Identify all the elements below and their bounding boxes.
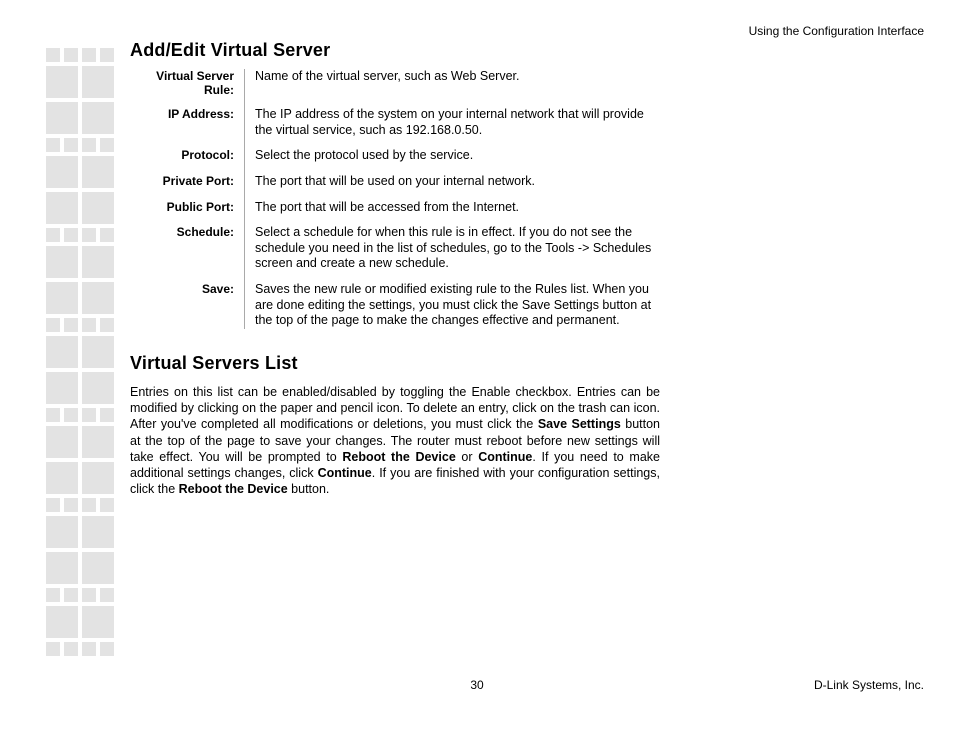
def-desc: The IP address of the system on your int… xyxy=(245,107,660,148)
bold-continue: Continue xyxy=(478,450,532,464)
body-paragraph: Entries on this list can be enabled/disa… xyxy=(130,384,660,498)
definition-list: Virtual Server Rule: Name of the virtual… xyxy=(130,69,660,329)
def-term: Save: xyxy=(130,282,245,329)
def-desc: Name of the virtual server, such as Web … xyxy=(245,69,660,107)
body-text: button. xyxy=(288,482,330,496)
def-desc: Saves the new rule or modified existing … xyxy=(245,282,660,329)
def-row-public-port: Public Port: The port that will be acces… xyxy=(130,200,660,226)
header-context-label: Using the Configuration Interface xyxy=(749,24,924,38)
def-desc: Select the protocol used by the service. xyxy=(245,148,660,174)
page-number: 30 xyxy=(0,678,954,692)
def-row-private-port: Private Port: The port that will be used… xyxy=(130,174,660,200)
content-area: Add/Edit Virtual Server Virtual Server R… xyxy=(130,40,660,498)
def-desc: Select a schedule for when this rule is … xyxy=(245,225,660,282)
def-row-schedule: Schedule: Select a schedule for when thi… xyxy=(130,225,660,282)
def-term: Schedule: xyxy=(130,225,245,282)
def-desc: The port that will be accessed from the … xyxy=(245,200,660,226)
def-term: IP Address: xyxy=(130,107,245,148)
bold-save-settings: Save Settings xyxy=(538,417,621,431)
def-term: Private Port: xyxy=(130,174,245,200)
page: Using the Configuration Interface Add/Ed… xyxy=(0,0,954,738)
company-name: D-Link Systems, Inc. xyxy=(814,678,924,692)
def-row-virtual-server-rule: Virtual Server Rule: Name of the virtual… xyxy=(130,69,660,107)
def-term: Public Port: xyxy=(130,200,245,226)
def-row-protocol: Protocol: Select the protocol used by th… xyxy=(130,148,660,174)
bold-reboot-device: Reboot the Device xyxy=(342,450,455,464)
def-row-save: Save: Saves the new rule or modified exi… xyxy=(130,282,660,329)
bold-reboot-device: Reboot the Device xyxy=(179,482,288,496)
def-row-ip-address: IP Address: The IP address of the system… xyxy=(130,107,660,148)
decorative-sidebar xyxy=(46,48,114,660)
bold-continue: Continue xyxy=(318,466,372,480)
def-term: Protocol: xyxy=(130,148,245,174)
def-desc: The port that will be used on your inter… xyxy=(245,174,660,200)
heading-add-edit-virtual-server: Add/Edit Virtual Server xyxy=(130,40,660,61)
def-term: Virtual Server Rule: xyxy=(130,69,245,107)
body-text: or xyxy=(456,450,478,464)
heading-virtual-servers-list: Virtual Servers List xyxy=(130,353,660,374)
